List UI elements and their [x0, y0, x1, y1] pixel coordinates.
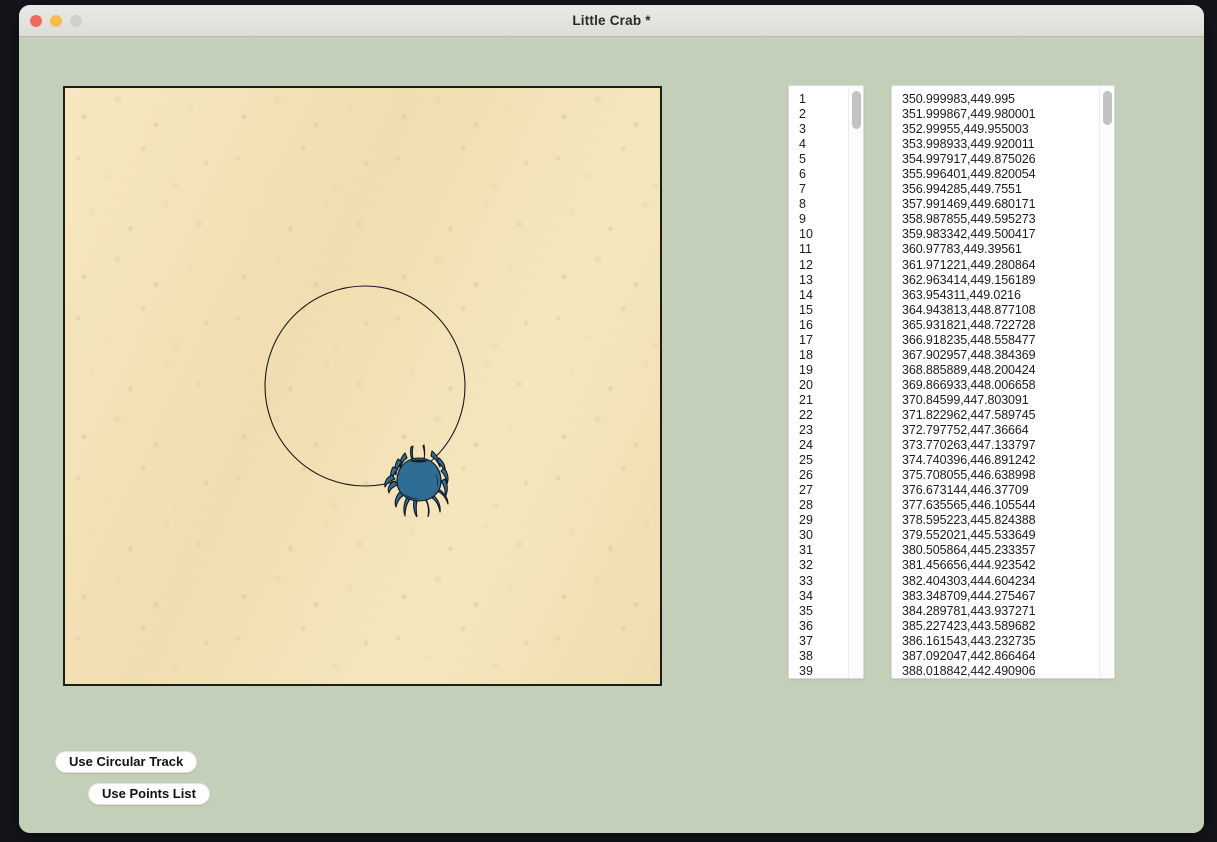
line-number-panel[interactable]: 1 2 3 4 5 6 7 8 9 10 11 12 13 14 15 16 17 18 19 20 21 22 23 24 2… — [788, 85, 864, 679]
close-button[interactable] — [30, 14, 42, 27]
point-coordinate: 381.456656,444.923542 — [902, 558, 1036, 573]
line-number: 21 — [799, 392, 813, 407]
point-coordinate: 355.996401,449.820054 — [902, 167, 1036, 182]
line-panel-scroll-thumb[interactable] — [852, 91, 861, 129]
line-number: 34 — [799, 588, 813, 603]
point-coordinate: 351.999867,449.980001 — [902, 107, 1036, 122]
line-number: 16 — [799, 317, 813, 332]
minimize-button[interactable] — [50, 14, 62, 27]
point-coordinate: 373.770263,447.133797 — [902, 438, 1036, 453]
point-coordinate: 374.740396,446.891242 — [902, 453, 1036, 468]
line-number: 12 — [799, 257, 813, 272]
line-number: 14 — [799, 287, 813, 302]
point-coordinate: 365.931821,448.722728 — [902, 317, 1036, 332]
use-circular-track-button[interactable]: Use Circular Track — [55, 751, 198, 773]
point-coordinate: 363.954311,449.0216 — [902, 287, 1021, 302]
line-number: 39 — [799, 663, 813, 678]
line-number: 17 — [799, 332, 813, 347]
point-coordinate: 369.866933,448.006658 — [902, 377, 1036, 392]
line-number: 24 — [799, 438, 813, 453]
point-coordinate: 362.963414,449.156189 — [902, 272, 1036, 287]
use-points-list-button[interactable]: Use Points List — [88, 783, 210, 805]
line-number: 33 — [799, 573, 813, 588]
line-number: 32 — [799, 558, 813, 573]
point-coordinate: 356.994285,449.7551 — [902, 182, 1022, 197]
point-coordinate: 354.997917,449.875026 — [902, 152, 1036, 167]
point-coordinate: 387.092047,442.866464 — [902, 648, 1036, 663]
point-coordinate: 367.902957,448.384369 — [902, 347, 1036, 362]
line-number: 29 — [799, 513, 813, 528]
point-coordinate: 350.999983,449.995 — [902, 92, 1015, 106]
line-number: 25 — [799, 453, 813, 468]
line-number: 2 — [799, 107, 806, 122]
point-coordinate: 386.161543,443.232735 — [902, 633, 1036, 648]
point-coordinate: 377.635565,446.105544 — [902, 498, 1036, 513]
line-number: 5 — [799, 152, 806, 167]
track-overlay — [264, 285, 466, 487]
line-number: 36 — [799, 618, 813, 633]
point-coordinate: 380.505864,445.233357 — [902, 543, 1036, 558]
point-coordinate: 370.84599,447.803091 — [902, 392, 1029, 407]
point-coordinate: 371.822962,447.589745 — [902, 407, 1036, 422]
line-number: 1 — [799, 92, 806, 106]
point-coordinate: 379.552021,445.533649 — [902, 528, 1036, 543]
crab-actor[interactable] — [383, 437, 455, 517]
point-coordinate: 382.404303,444.604234 — [902, 573, 1036, 588]
window-content: 1 2 3 4 5 6 7 8 9 10 11 12 13 14 15 16 17 18 19 20 21 22 23 24 2… — [19, 37, 1204, 833]
line-number: 28 — [799, 498, 813, 513]
point-coordinate: 388.018842,442.490906 — [902, 663, 1036, 678]
line-number: 11 — [799, 242, 812, 257]
line-number: 4 — [799, 137, 806, 152]
point-coordinate: 359.983342,449.500417 — [902, 227, 1036, 242]
point-coordinate: 383.348709,444.275467 — [902, 588, 1036, 603]
line-number: 10 — [799, 227, 813, 242]
line-number: 22 — [799, 407, 813, 422]
line-number: 27 — [799, 483, 813, 498]
line-number: 20 — [799, 377, 813, 392]
title-bar: Little Crab * — [19, 5, 1204, 37]
application-window: Little Crab * 1 2 3 4 5 6 7 8 9 10 11 12… — [19, 5, 1204, 833]
point-coordinate: 368.885889,448.200424 — [902, 362, 1036, 377]
point-coordinate: 376.673144,446.37709 — [902, 483, 1029, 498]
line-number: 9 — [799, 212, 806, 227]
point-coordinate: 360.97783,449.39561 — [902, 242, 1022, 257]
world-canvas[interactable] — [63, 86, 662, 686]
zoom-button[interactable] — [70, 14, 82, 27]
line-panel-scrollbar[interactable] — [848, 86, 863, 678]
line-number: 8 — [799, 197, 806, 212]
point-coordinate: 358.987855,449.595273 — [902, 212, 1036, 227]
window-title: Little Crab * — [572, 13, 651, 28]
line-number: 26 — [799, 468, 813, 483]
point-coordinate: 366.918235,448.558477 — [902, 332, 1036, 347]
point-coordinate: 352.99955,449.955003 — [902, 122, 1029, 137]
line-number: 37 — [799, 633, 813, 648]
points-list-panel[interactable]: 350.999983,449.995 351.999867,449.980001 3… — [891, 85, 1115, 679]
line-number: 18 — [799, 347, 813, 362]
line-number: 23 — [799, 423, 813, 438]
point-coordinate: 378.595223,445.824388 — [902, 513, 1036, 528]
point-coordinate: 364.943813,448.877108 — [902, 302, 1036, 317]
point-coordinate: 375.708055,446.638998 — [902, 468, 1036, 483]
window-controls — [30, 5, 82, 36]
point-coordinate: 372.797752,447.36664 — [902, 423, 1029, 438]
line-number: 7 — [799, 182, 806, 197]
line-number: 30 — [799, 528, 813, 543]
line-number: 38 — [799, 648, 813, 663]
point-coordinate: 384.289781,443.937271 — [902, 603, 1036, 618]
point-coordinate: 353.998933,449.920011 — [902, 137, 1035, 152]
point-coordinate: 361.971221,449.280864 — [902, 257, 1036, 272]
line-number: 19 — [799, 362, 813, 377]
line-number: 31 — [799, 543, 813, 558]
point-coordinate: 357.991469,449.680171 — [902, 197, 1036, 212]
line-number: 35 — [799, 603, 813, 618]
line-number: 15 — [799, 302, 813, 317]
line-number: 13 — [799, 272, 813, 287]
line-number: 3 — [799, 122, 806, 137]
points-panel-scroll-thumb[interactable] — [1103, 91, 1112, 125]
points-panel-scrollbar[interactable] — [1099, 86, 1114, 678]
points-list: 350.999983,449.995 351.999867,449.980001 3… — [892, 86, 1114, 678]
crab-icon — [384, 444, 449, 517]
line-number: 6 — [799, 167, 806, 182]
point-coordinate: 385.227423,443.589682 — [902, 618, 1036, 633]
